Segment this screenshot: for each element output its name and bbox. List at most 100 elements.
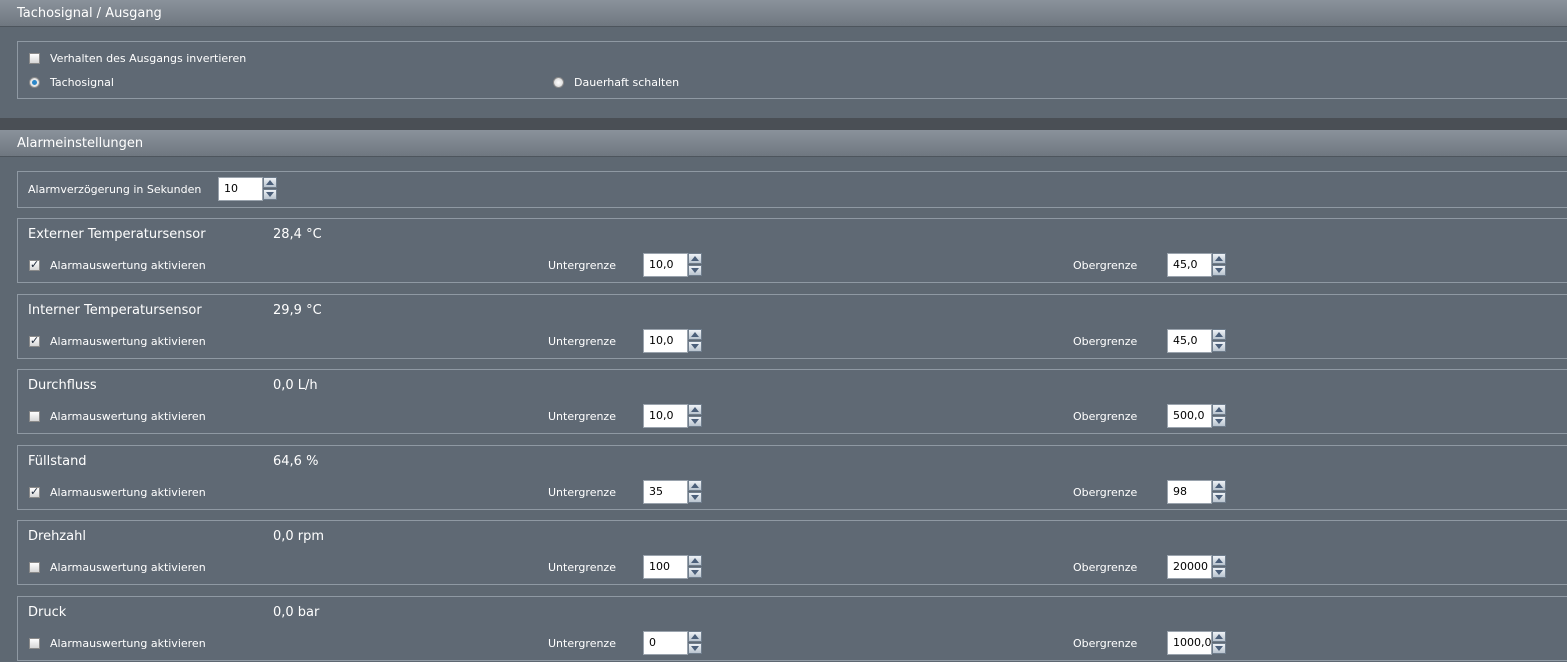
- tachosignal-radio[interactable]: [29, 77, 40, 88]
- alarm-enable-checkbox[interactable]: ✓: [29, 333, 40, 347]
- alarm-enable-label[interactable]: Alarmauswertung aktivieren: [50, 637, 206, 650]
- spin-up-icon[interactable]: [1212, 328, 1226, 340]
- alarm-delay-label: Alarmverzögerung in Sekunden: [28, 183, 202, 196]
- lower-limit-input[interactable]: 10,0: [643, 404, 688, 429]
- spin-up-icon[interactable]: [1212, 631, 1226, 642]
- upper-limit-input[interactable]: 20000: [1167, 555, 1212, 580]
- lower-limit-spinbox[interactable]: 35: [643, 479, 703, 504]
- lower-limit-spinbox[interactable]: 10,0: [643, 328, 703, 353]
- sensor-value: 28,4 °C: [273, 227, 322, 242]
- spin-down-icon[interactable]: [1212, 567, 1226, 579]
- lower-limit-spinbox[interactable]: 0: [643, 631, 703, 655]
- upper-limit-label: Obergrenze: [1073, 637, 1138, 650]
- sensor-panel: Interner Temperatursensor 29,9 °C ✓ Alar…: [17, 293, 1567, 359]
- upper-limit-spin-buttons: [1212, 253, 1226, 277]
- spin-down-icon[interactable]: [1212, 643, 1226, 654]
- spin-down-icon[interactable]: [1212, 416, 1226, 428]
- lower-limit-spin-buttons: [688, 253, 702, 277]
- tacho-section: Tachosignal / Ausgang ✓ Verhalten des Au…: [0, 0, 1567, 118]
- spin-up-icon[interactable]: [688, 631, 702, 642]
- alarm-enable-checkbox[interactable]: ✓: [29, 411, 40, 423]
- upper-limit-spinbox[interactable]: 45,0: [1167, 328, 1227, 353]
- upper-limit-spinbox[interactable]: 500,0: [1167, 404, 1227, 429]
- lower-limit-input[interactable]: 100: [643, 555, 688, 580]
- spin-down-icon[interactable]: [688, 416, 702, 428]
- alarm-enable-label[interactable]: Alarmauswertung aktivieren: [50, 561, 206, 574]
- upper-limit-label: Obergrenze: [1073, 259, 1138, 272]
- alarm-enable-label[interactable]: Alarmauswertung aktivieren: [50, 486, 206, 499]
- tachosignal-label[interactable]: Tachosignal: [50, 76, 114, 89]
- tacho-options-panel: ✓ Verhalten des Ausgangs invertieren Tac…: [17, 41, 1567, 99]
- alarm-section-title: Alarmeinstellungen: [17, 136, 144, 151]
- sensor-panel: Externer Temperatursensor 28,4 °C ✓ Alar…: [17, 218, 1567, 283]
- alarm-enable-checkbox[interactable]: ✓: [29, 258, 40, 271]
- checkmark-icon: ✓: [30, 258, 40, 271]
- sensor-value: 0,0 L/h: [273, 378, 318, 394]
- spin-down-icon[interactable]: [688, 340, 702, 352]
- alarm-enable-label[interactable]: Alarmauswertung aktivieren: [50, 335, 206, 348]
- spin-down-icon[interactable]: [688, 567, 702, 579]
- permanent-switch-radio[interactable]: [553, 77, 564, 88]
- lower-limit-input[interactable]: 0: [643, 631, 688, 655]
- spin-down-icon[interactable]: [688, 265, 702, 276]
- lower-limit-spin-buttons: [688, 404, 702, 428]
- spin-up-icon[interactable]: [688, 555, 702, 567]
- alarm-enable-label[interactable]: Alarmauswertung aktivieren: [50, 259, 206, 272]
- spin-down-icon[interactable]: [688, 491, 702, 503]
- upper-limit-input[interactable]: 98: [1167, 479, 1212, 504]
- checkmark-icon: ✓: [30, 333, 40, 347]
- spin-up-icon[interactable]: [1212, 479, 1226, 491]
- lower-limit-spin-buttons: [688, 479, 702, 504]
- upper-limit-spinbox[interactable]: 98: [1167, 479, 1227, 504]
- spin-up-icon[interactable]: [1212, 555, 1226, 567]
- spin-down-icon[interactable]: [263, 189, 277, 200]
- upper-limit-spinbox[interactable]: 20000: [1167, 555, 1227, 580]
- upper-limit-input[interactable]: 1000,0: [1167, 631, 1212, 655]
- upper-limit-spin-buttons: [1212, 479, 1226, 504]
- sensor-value: 64,6 %: [273, 453, 319, 469]
- checkmark-icon: ✓: [30, 484, 40, 498]
- invert-output-label[interactable]: Verhalten des Ausgangs invertieren: [50, 52, 246, 65]
- spin-up-icon[interactable]: [688, 404, 702, 416]
- upper-limit-input[interactable]: 500,0: [1167, 404, 1212, 429]
- lower-limit-spinbox[interactable]: 10,0: [643, 253, 703, 277]
- spin-up-icon[interactable]: [263, 177, 277, 188]
- alarm-delay-spin-buttons: [263, 177, 277, 201]
- lower-limit-input[interactable]: 10,0: [643, 328, 688, 353]
- alarm-delay-input[interactable]: 10: [218, 177, 263, 201]
- permanent-switch-label[interactable]: Dauerhaft schalten: [574, 76, 679, 89]
- upper-limit-spinbox[interactable]: 45,0: [1167, 253, 1227, 277]
- lower-limit-input[interactable]: 10,0: [643, 253, 688, 277]
- lower-limit-label: Untergrenze: [548, 334, 616, 348]
- spin-up-icon[interactable]: [688, 328, 702, 340]
- lower-limit-input[interactable]: 35: [643, 479, 688, 504]
- upper-limit-label: Obergrenze: [1073, 334, 1138, 348]
- spin-up-icon[interactable]: [1212, 253, 1226, 264]
- alarm-enable-checkbox[interactable]: ✓: [29, 484, 40, 498]
- upper-limit-spin-buttons: [1212, 631, 1226, 655]
- section-separator: [0, 118, 1567, 130]
- sensor-name: Druck: [28, 605, 67, 620]
- spin-up-icon[interactable]: [688, 253, 702, 264]
- sensor-name: Externer Temperatursensor: [28, 227, 206, 242]
- sensor-panel: Drehzahl 0,0 rpm ✓ Alarmauswertung aktiv…: [17, 520, 1567, 586]
- spin-up-icon[interactable]: [688, 479, 702, 491]
- alarm-enable-checkbox[interactable]: ✓: [29, 638, 40, 649]
- alarm-enable-label[interactable]: Alarmauswertung aktivieren: [50, 410, 206, 423]
- spin-down-icon[interactable]: [1212, 491, 1226, 503]
- spin-down-icon[interactable]: [1212, 265, 1226, 276]
- alarm-delay-spinbox[interactable]: 10: [218, 177, 278, 201]
- lower-limit-label: Untergrenze: [548, 410, 616, 424]
- upper-limit-spinbox[interactable]: 1000,0: [1167, 631, 1227, 655]
- spin-up-icon[interactable]: [1212, 404, 1226, 416]
- lower-limit-spinbox[interactable]: 100: [643, 555, 703, 580]
- upper-limit-input[interactable]: 45,0: [1167, 328, 1212, 353]
- lower-limit-spinbox[interactable]: 10,0: [643, 404, 703, 429]
- lower-limit-spin-buttons: [688, 555, 702, 579]
- invert-output-checkbox[interactable]: ✓: [29, 53, 40, 64]
- upper-limit-input[interactable]: 45,0: [1167, 253, 1212, 277]
- spin-down-icon[interactable]: [688, 643, 702, 654]
- spin-down-icon[interactable]: [1212, 340, 1226, 352]
- alarm-enable-checkbox[interactable]: ✓: [29, 562, 40, 574]
- alarm-section: Alarmeinstellungen Alarmverzögerung in S…: [0, 130, 1567, 662]
